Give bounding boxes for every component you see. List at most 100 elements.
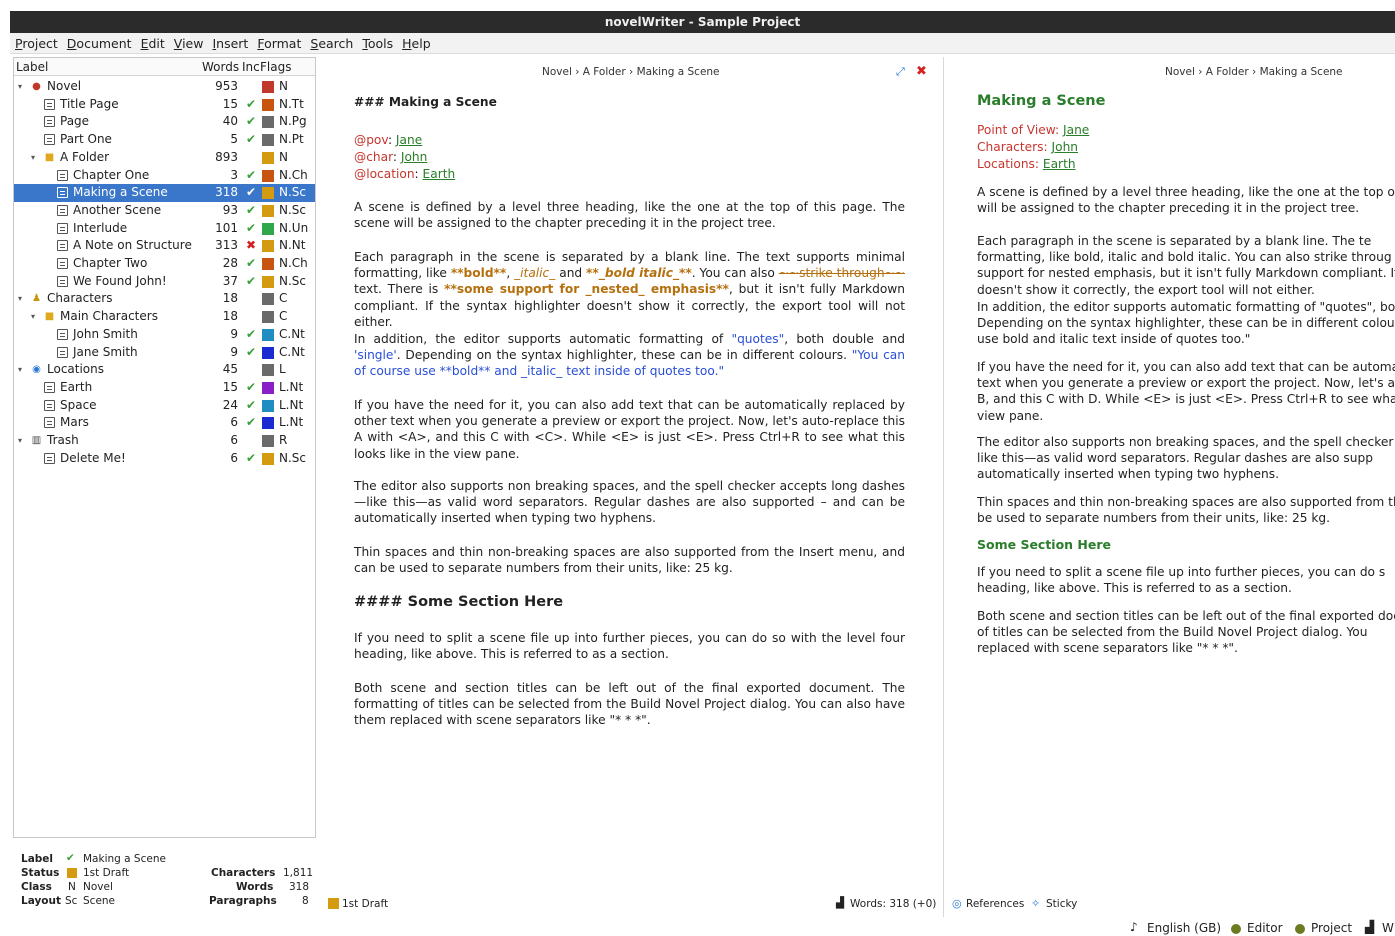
- document-editor[interactable]: Novel › A Folder › Making a Scene ⤢ ✖ ##…: [318, 57, 938, 917]
- tree-header-words[interactable]: Words: [202, 60, 239, 74]
- menu-help[interactable]: Help: [397, 33, 435, 52]
- document-viewer[interactable]: Novel › A Folder › Making a Scene Making…: [943, 57, 1395, 917]
- included-check-icon[interactable]: ✔: [244, 379, 258, 397]
- tree-row[interactable]: Title Page 15 ✔ N.Tt: [14, 96, 315, 114]
- tree-row[interactable]: ▾ ◉ Locations 45 L: [14, 361, 315, 379]
- tree-item-label: Novel: [47, 79, 82, 93]
- tree-row[interactable]: Earth 15 ✔ L.Nt: [14, 379, 315, 397]
- editor-paragraph: If you need to split a scene file up int…: [354, 631, 905, 662]
- menu-view[interactable]: View: [169, 33, 208, 52]
- references-icon[interactable]: ◎: [952, 897, 962, 910]
- tree-row[interactable]: A Note on Structure 313 ✖ N.Nt: [14, 237, 315, 255]
- included-check-icon[interactable]: ✔: [244, 326, 258, 344]
- meta-link[interactable]: Earth: [1043, 157, 1076, 171]
- sticky-icon[interactable]: ✧: [1031, 897, 1040, 910]
- tree-header-inc[interactable]: Inc: [242, 60, 260, 74]
- included-check-icon[interactable]: ✔: [244, 96, 258, 114]
- tree-row[interactable]: Another Scene 93 ✔ N.Sc: [14, 202, 315, 220]
- close-icon[interactable]: ✖: [916, 64, 927, 79]
- included-check-icon[interactable]: ✔: [244, 167, 258, 185]
- included-check-icon[interactable]: ✔: [244, 131, 258, 149]
- tree-row[interactable]: Jane Smith 9 ✔ C.Nt: [14, 344, 315, 362]
- folder-icon: ■: [44, 151, 55, 163]
- status-color-swatch: [262, 364, 274, 377]
- status-color-swatch: [67, 868, 77, 878]
- expand-toggle-icon[interactable]: ▾: [18, 432, 22, 450]
- tree-row[interactable]: ▾ ● Novel 953 N: [14, 78, 315, 96]
- viewer-meta-char: Characters: John: [977, 139, 1395, 155]
- details-label-key: Label: [21, 853, 54, 865]
- viewer-line: In addition, the editor supports automat…: [977, 300, 1395, 314]
- status-color-swatch: [328, 898, 339, 909]
- menu-tools[interactable]: Tools: [357, 33, 397, 52]
- references-button[interactable]: References: [966, 898, 1024, 910]
- status-color-swatch: [262, 399, 274, 412]
- tree-row[interactable]: We Found John! 37 ✔ N.Sc: [14, 273, 315, 291]
- tag-link[interactable]: Jane: [396, 133, 422, 147]
- tree-row[interactable]: Space 24 ✔ L.Nt: [14, 397, 315, 415]
- tree-row[interactable]: ▾ ♟ Characters 18 C: [14, 290, 315, 308]
- included-check-icon[interactable]: ✔: [244, 273, 258, 291]
- included-check-icon[interactable]: ✔: [244, 450, 258, 468]
- tree-item-words: 40: [222, 114, 238, 129]
- tree-row[interactable]: Chapter Two 28 ✔ N.Ch: [14, 255, 315, 273]
- document-icon: [57, 187, 68, 199]
- tag-link[interactable]: Earth: [423, 167, 456, 181]
- expand-toggle-icon[interactable]: ▾: [31, 308, 35, 326]
- tree-row[interactable]: Making a Scene 318 ✔ N.Sc: [14, 184, 315, 202]
- sticky-button[interactable]: Sticky: [1046, 898, 1077, 910]
- tree-item-label: Space: [60, 397, 97, 412]
- tree-item-label: Chapter One: [73, 167, 150, 182]
- included-check-icon[interactable]: ✔: [244, 397, 258, 415]
- tree-row[interactable]: ▾ ■ Main Characters 18 C: [14, 308, 315, 326]
- tree-row[interactable]: Chapter One 3 ✔ N.Ch: [14, 167, 315, 185]
- project-status-dot: [1295, 924, 1305, 934]
- menu-search[interactable]: Search: [305, 33, 357, 52]
- menu-project[interactable]: Project: [10, 33, 62, 52]
- expand-toggle-icon[interactable]: ▾: [31, 149, 35, 167]
- status-color-swatch: [262, 328, 274, 341]
- item-details-panel: Label ✔ Making a Scene Status 1st Draft …: [13, 846, 316, 912]
- included-check-icon[interactable]: ✔: [244, 344, 258, 362]
- tree-item-flag: L.Nt: [279, 397, 304, 412]
- status-color-swatch: [262, 222, 274, 235]
- included-check-icon[interactable]: ✔: [244, 220, 258, 238]
- tree-row[interactable]: Interlude 101 ✔ N.Un: [14, 220, 315, 238]
- tree-row[interactable]: ▾ ■ A Folder 893 N: [14, 149, 315, 167]
- menu-document[interactable]: Document: [62, 33, 136, 52]
- menu-edit[interactable]: Edit: [136, 33, 169, 52]
- meta-link[interactable]: Jane: [1063, 123, 1089, 137]
- document-icon: [44, 417, 55, 429]
- menu-insert[interactable]: Insert: [207, 33, 252, 52]
- included-check-icon[interactable]: ✔: [244, 414, 258, 432]
- document-icon: [57, 275, 68, 287]
- menu-format[interactable]: Format: [252, 33, 305, 52]
- included-check-icon[interactable]: ✔: [244, 202, 258, 220]
- expand-toggle-icon[interactable]: ▾: [18, 361, 22, 379]
- viewer-line: automatically inserted when typing two h…: [977, 467, 1279, 482]
- tree-row[interactable]: Page 40 ✔ N.Pg: [14, 113, 315, 131]
- trash-icon: ▥: [31, 435, 42, 446]
- tree-header-label[interactable]: Label: [16, 60, 48, 74]
- tag-link[interactable]: John: [401, 150, 428, 164]
- expand-toggle-icon[interactable]: ▾: [18, 290, 22, 308]
- viewer-line: use bold and italic text inside of quote…: [977, 332, 1251, 347]
- tree-row[interactable]: John Smith 9 ✔ C.Nt: [14, 326, 315, 344]
- tree-row[interactable]: ▾ ▥ Trash 6 R: [14, 432, 315, 450]
- tree-header-flags[interactable]: Flags: [260, 60, 291, 74]
- project-tree[interactable]: Label Words Inc Flags ▾ ● Novel 953 N Title P…: [13, 57, 316, 838]
- tree-item-flag: C: [279, 291, 288, 306]
- tree-row[interactable]: Mars 6 ✔ L.Nt: [14, 414, 315, 432]
- tree-row[interactable]: Delete Me! 6 ✔ N.Sc: [14, 450, 315, 468]
- included-check-icon[interactable]: ✔: [244, 113, 258, 131]
- meta-link[interactable]: John: [1052, 140, 1079, 154]
- viewer-line: replaced with scene separators like "* *…: [977, 641, 1238, 656]
- included-check-icon[interactable]: ✔: [244, 255, 258, 273]
- tree-item-flag: N.Sc: [279, 185, 307, 200]
- maximize-icon[interactable]: ⤢: [896, 65, 905, 79]
- tree-row[interactable]: Part One 5 ✔ N.Pt: [14, 131, 315, 149]
- tree-item-label: Delete Me!: [60, 450, 126, 465]
- included-check-icon[interactable]: ✔: [244, 184, 258, 202]
- expand-toggle-icon[interactable]: ▾: [18, 78, 22, 96]
- excluded-icon[interactable]: ✖: [244, 237, 258, 255]
